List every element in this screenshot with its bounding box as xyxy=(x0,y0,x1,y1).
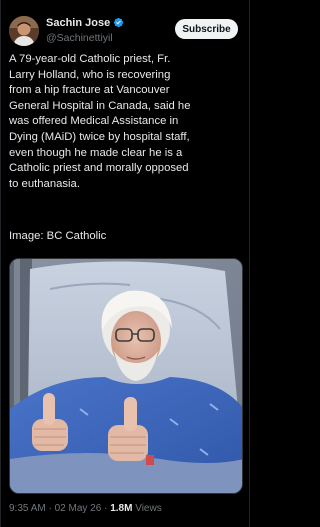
author-avatar[interactable] xyxy=(9,16,39,46)
tweet-text: A 79-year-old Catholic priest, Fr. Larry… xyxy=(9,53,191,190)
meta-separator: · xyxy=(45,503,55,514)
author-handle[interactable]: @Sachinettiyil xyxy=(46,32,124,44)
tweet-meta: 9:35 AM · 02 May 26 · 1.8M Views xyxy=(9,503,162,514)
views-label: Views xyxy=(132,503,162,514)
hospital-patient-photo xyxy=(10,259,242,493)
author-names: Sachin Jose @Sachinettiyil xyxy=(46,15,124,44)
subscribe-button[interactable]: Subscribe xyxy=(175,19,238,39)
tweet-date[interactable]: 02 May 26 xyxy=(55,503,102,514)
meta-separator: · xyxy=(101,503,111,514)
tweet-time[interactable]: 9:35 AM xyxy=(9,503,46,514)
author-display-name[interactable]: Sachin Jose xyxy=(46,17,110,29)
tweet-header: Sachin Jose @Sachinettiyil Subscribe xyxy=(9,14,243,48)
display-name-row: Sachin Jose xyxy=(46,15,124,30)
views-count[interactable]: 1.8M xyxy=(110,503,132,514)
image-credit-text: Image: BC Catholic xyxy=(9,230,107,242)
tweet-screen: Sachin Jose @Sachinettiyil Subscribe A 7… xyxy=(0,0,250,527)
tweet-photo[interactable] xyxy=(9,258,243,494)
verified-badge-icon xyxy=(114,17,124,28)
